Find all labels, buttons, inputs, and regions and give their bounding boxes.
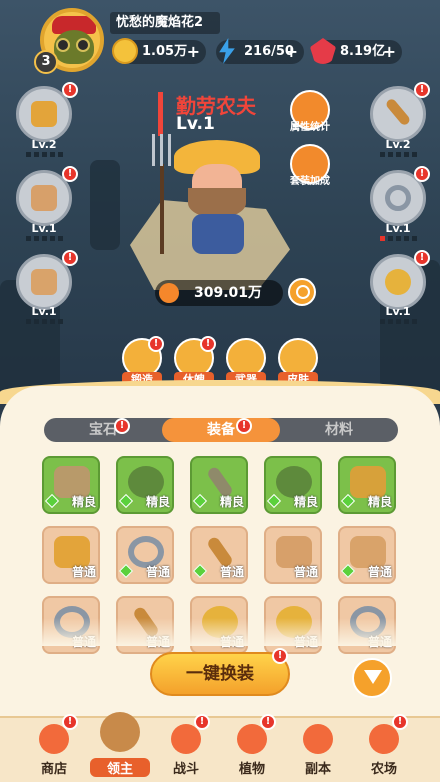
- necklace-level: Lv.1: [385, 305, 411, 318]
- pants-icon: [31, 269, 57, 295]
- inventory-item[interactable]: 精良: [264, 456, 322, 514]
- gold-resource[interactable]: 1.05万 +: [112, 38, 206, 64]
- tab-gems[interactable]: 宝石: [44, 418, 162, 442]
- inventory-item[interactable]: 普通: [42, 526, 100, 584]
- search-icon[interactable]: [288, 278, 316, 306]
- tab-equipment[interactable]: 装备: [162, 418, 280, 442]
- alert-dot: !: [62, 250, 78, 266]
- upgrade-dots: [370, 319, 426, 325]
- pants-level: Lv.1: [31, 305, 57, 318]
- upgrade-dots: [16, 319, 72, 325]
- player-level-badge: 3: [34, 50, 58, 74]
- ring-icon: [385, 185, 411, 211]
- attribute-stats-label[interactable]: 属性统计: [280, 118, 340, 133]
- nav-plants[interactable]: 植物: [222, 724, 282, 778]
- upgrade-dots: [370, 236, 426, 242]
- inventory-item[interactable]: 普通: [264, 526, 322, 584]
- nav-label: 战斗: [172, 762, 199, 777]
- nav-lord[interactable]: 领主: [90, 712, 150, 778]
- alert-dot: !: [62, 82, 78, 98]
- ring-level: Lv.1: [385, 222, 411, 235]
- gem-resource[interactable]: 8.19亿 +: [310, 38, 402, 64]
- alert-dot: !: [194, 714, 210, 730]
- add-gold-button[interactable]: +: [187, 40, 200, 64]
- add-energy-button[interactable]: +: [285, 40, 298, 64]
- armor-icon: [31, 185, 57, 211]
- sword-icon: [384, 97, 412, 127]
- gold-value: 1.05万: [142, 44, 188, 59]
- lord-avatar-icon: [100, 712, 140, 752]
- goggle-icon: [56, 38, 70, 52]
- helmet-level: Lv.2: [31, 138, 57, 151]
- weapon-level: Lv.2: [385, 138, 411, 151]
- upgrade-dots: [370, 152, 426, 158]
- goggle-icon: [76, 38, 90, 52]
- nav-label: 副本: [304, 762, 331, 777]
- alert-dot: !: [62, 166, 78, 182]
- gem-value: 8.19亿: [340, 44, 386, 59]
- inventory-item[interactable]: 精良: [42, 456, 100, 514]
- inventory-item[interactable]: 精良: [116, 456, 174, 514]
- dungeon-icon: [303, 724, 333, 754]
- alert-dot: !: [236, 418, 252, 434]
- inventory-item[interactable]: 普通: [338, 526, 396, 584]
- inventory-item[interactable]: 精良: [338, 456, 396, 514]
- equip-all-button[interactable]: 一键换装: [150, 652, 290, 696]
- alert-dot: !: [148, 336, 164, 352]
- gold-helmet-icon: [31, 101, 57, 127]
- inventory-item[interactable]: 精良: [190, 456, 248, 514]
- nav-battle[interactable]: 战斗: [156, 724, 216, 778]
- alert-dot: !: [414, 166, 430, 182]
- nav-farm[interactable]: 农场: [354, 724, 414, 778]
- necklace-icon: [385, 269, 411, 295]
- scroll-fade: [0, 618, 440, 646]
- nav-dungeon[interactable]: 副本: [288, 724, 348, 778]
- filter-icon[interactable]: [352, 658, 392, 698]
- power-icon: [159, 283, 179, 303]
- farmer-hero-sprite[interactable]: [168, 130, 268, 260]
- upgrade-dots: [16, 152, 72, 158]
- alert-dot: !: [414, 82, 430, 98]
- inventory-item[interactable]: 普通: [116, 526, 174, 584]
- background-rock: [90, 160, 120, 250]
- tab-materials[interactable]: 材料: [280, 418, 398, 442]
- nav-label: 农场: [370, 762, 397, 777]
- alert-dot: !: [392, 714, 408, 730]
- nav-shop[interactable]: 商店: [24, 724, 84, 778]
- inventory-item[interactable]: 普通: [190, 526, 248, 584]
- alert-dot: !: [200, 336, 216, 352]
- upgrade-dots: [16, 236, 72, 242]
- alert-dot: !: [114, 418, 130, 434]
- alert-dot: !: [260, 714, 276, 730]
- nav-label: 领主: [90, 758, 150, 777]
- armor-level: Lv.1: [31, 222, 57, 235]
- combat-power-value: 309.01万: [193, 285, 263, 301]
- set-bonus-label[interactable]: 套装加成: [280, 172, 340, 187]
- gold-coin-icon: [112, 38, 138, 64]
- energy-resource[interactable]: 216/50 +: [216, 38, 304, 64]
- alert-dot: !: [272, 648, 288, 664]
- player-name: 忧愁的魔焰花2: [110, 12, 220, 34]
- combat-power: 309.01万: [155, 280, 283, 306]
- alert-dot: !: [62, 714, 78, 730]
- nav-label: 植物: [238, 762, 265, 777]
- alert-dot: !: [414, 250, 430, 266]
- nav-label: 商店: [40, 762, 67, 777]
- add-gem-button[interactable]: +: [383, 40, 396, 64]
